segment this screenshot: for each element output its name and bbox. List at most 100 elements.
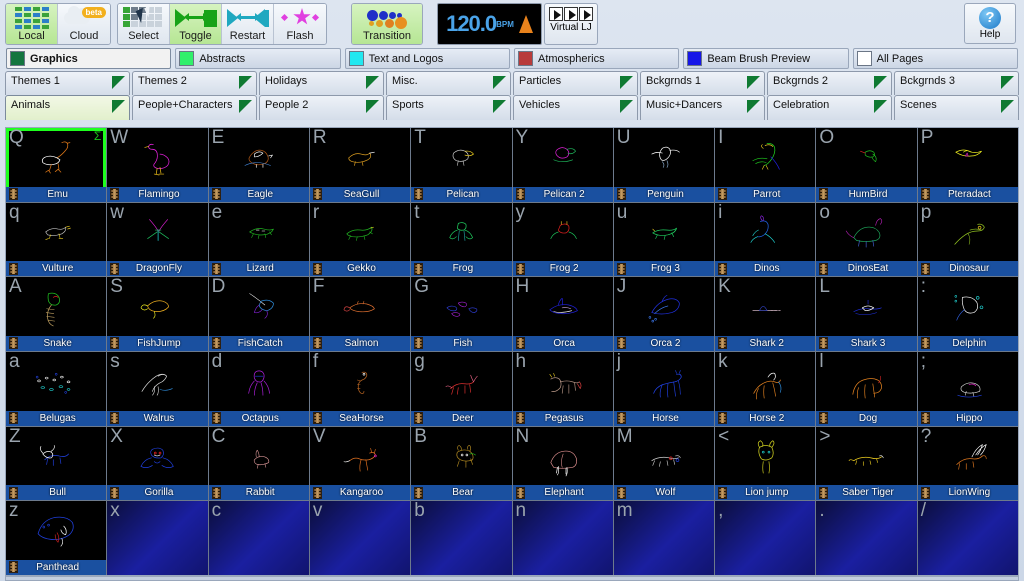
cue-cell[interactable]: I Parrot [715,128,816,202]
cue-cell[interactable]: i Dinos [715,202,816,277]
cue-cell[interactable]: R SeaGull [309,128,411,202]
select-button[interactable]: Select [118,4,170,44]
cue-cell[interactable]: X Gorilla [107,426,208,501]
cue-cell[interactable]: j Horse [613,351,715,426]
toggle-button[interactable]: Toggle [170,4,222,44]
tab-dropdown-icon[interactable] [112,76,125,89]
tab-scenes[interactable]: Scenes [894,95,1019,120]
cue-cell[interactable]: a Belugas [6,351,107,426]
virtual-lj-button[interactable]: Virtual LJ [544,3,598,45]
cue-cell[interactable]: z Panthead [6,501,107,575]
cue-cell[interactable]: S FishJump [107,277,208,351]
cue-cell[interactable]: f SeaHorse [309,351,411,426]
bpm-display[interactable]: 120.0 BPM [437,3,542,45]
cue-cell[interactable]: B Bear [411,426,512,501]
cue-cell[interactable]: l Dog [816,351,917,426]
cue-cell-empty[interactable]: , [715,501,816,575]
tab-particles[interactable]: Particles [513,71,638,95]
cue-cell[interactable]: N Elephant [512,426,613,501]
cue-cell[interactable]: Q Σ Emu [6,128,107,202]
cue-cell[interactable]: d Octapus [208,351,309,426]
cue-cell[interactable]: k Horse 2 [715,351,816,426]
cloud-button[interactable]: beta Cloud [58,4,110,44]
category-button-graphics[interactable]: Graphics [6,48,172,69]
tab-people-characters[interactable]: People+Characters [132,95,257,120]
cue-cell[interactable]: O HumBird [816,128,917,202]
cue-cell[interactable]: E Eagle [208,128,309,202]
cue-cell[interactable]: A Snake [6,277,107,351]
cue-cell[interactable]: o DinosEat [816,202,917,277]
cue-cell-empty[interactable]: b [411,501,512,575]
cue-cell[interactable]: C Rabbit [208,426,309,501]
tab-animals[interactable]: Animals [5,95,130,120]
cue-cell[interactable]: p Dinosaur [917,202,1018,277]
cue-cell[interactable]: D FishCatch [208,277,309,351]
cue-cell[interactable]: ? LionWing [917,426,1018,501]
category-button-beam-brush-preview[interactable]: Beam Brush Preview [683,48,849,69]
cue-cell[interactable]: H Orca [512,277,613,351]
tab-dropdown-icon[interactable] [747,76,760,89]
cue-cell-empty[interactable]: c [208,501,309,575]
tab-dropdown-icon[interactable] [493,76,506,89]
tab-bckgrnds-1[interactable]: Bckgrnds 1 [640,71,765,95]
cue-cell[interactable]: y Frog 2 [512,202,613,277]
cue-cell[interactable]: g Deer [411,351,512,426]
tab-misc-[interactable]: Misc. [386,71,511,95]
tab-dropdown-icon[interactable] [620,100,633,113]
cue-cell-empty[interactable]: . [816,501,917,575]
tab-dropdown-icon[interactable] [239,100,252,113]
tab-dropdown-icon[interactable] [239,76,252,89]
flash-button[interactable]: Flash [274,4,326,44]
tab-themes-2[interactable]: Themes 2 [132,71,257,95]
cue-cell[interactable]: J Orca 2 [613,277,715,351]
cue-cell[interactable]: ; Hippo [917,351,1018,426]
cue-cell[interactable]: W Flamingo [107,128,208,202]
tab-dropdown-icon[interactable] [1001,76,1014,89]
cue-cell[interactable]: Z Bull [6,426,107,501]
cue-cell-empty[interactable]: / [917,501,1018,575]
cue-cell-empty[interactable]: m [613,501,715,575]
transition-button[interactable]: Transition [352,4,422,44]
tab-dropdown-icon[interactable] [112,100,125,113]
help-button[interactable]: ? Help [964,3,1016,44]
tab-dropdown-icon[interactable] [366,76,379,89]
tab-holidays[interactable]: Holidays [259,71,384,95]
tab-music-dancers[interactable]: Music+Dancers [640,95,765,120]
tab-bckgrnds-2[interactable]: Bckgrnds 2 [767,71,892,95]
tab-dropdown-icon[interactable] [747,100,760,113]
tab-dropdown-icon[interactable] [1001,100,1014,113]
cue-cell[interactable]: M Wolf [613,426,715,501]
tab-celebration[interactable]: Celebration [767,95,892,120]
cue-cell[interactable]: : Delphin [917,277,1018,351]
cue-cell[interactable]: F Salmon [309,277,411,351]
tab-people-2[interactable]: People 2 [259,95,384,120]
cue-cell-empty[interactable]: x [107,501,208,575]
cue-cell[interactable]: w DragonFly [107,202,208,277]
cue-cell[interactable]: < Lion jump [715,426,816,501]
restart-button[interactable]: Restart [222,4,274,44]
cue-cell[interactable]: L Shark 3 [816,277,917,351]
tab-vehicles[interactable]: Vehicles [513,95,638,120]
category-button-all-pages[interactable]: All Pages [852,48,1018,69]
cue-cell[interactable]: q Vulture [6,202,107,277]
tab-dropdown-icon[interactable] [874,76,887,89]
cue-cell[interactable]: K Shark 2 [715,277,816,351]
tab-dropdown-icon[interactable] [874,100,887,113]
category-button-text-and-logos[interactable]: Text and Logos [344,48,510,69]
local-button[interactable]: Local [6,4,58,44]
cue-cell[interactable]: P Pteradact [917,128,1018,202]
tab-dropdown-icon[interactable] [493,100,506,113]
cue-cell[interactable]: T Pelican [411,128,512,202]
cue-cell[interactable]: u Frog 3 [613,202,715,277]
cue-cell[interactable]: t Frog [411,202,512,277]
cue-cell[interactable]: G Fish [411,277,512,351]
tab-bckgrnds-3[interactable]: Bckgrnds 3 [894,71,1019,95]
category-button-abstracts[interactable]: Abstracts [175,48,341,69]
tab-dropdown-icon[interactable] [620,76,633,89]
cue-cell[interactable]: e Lizard [208,202,309,277]
tab-themes-1[interactable]: Themes 1 [5,71,130,95]
cue-cell[interactable]: r Gekko [309,202,411,277]
bottom-scrollbar[interactable] [5,576,1019,581]
tab-dropdown-icon[interactable] [366,100,379,113]
cue-cell[interactable]: s Walrus [107,351,208,426]
